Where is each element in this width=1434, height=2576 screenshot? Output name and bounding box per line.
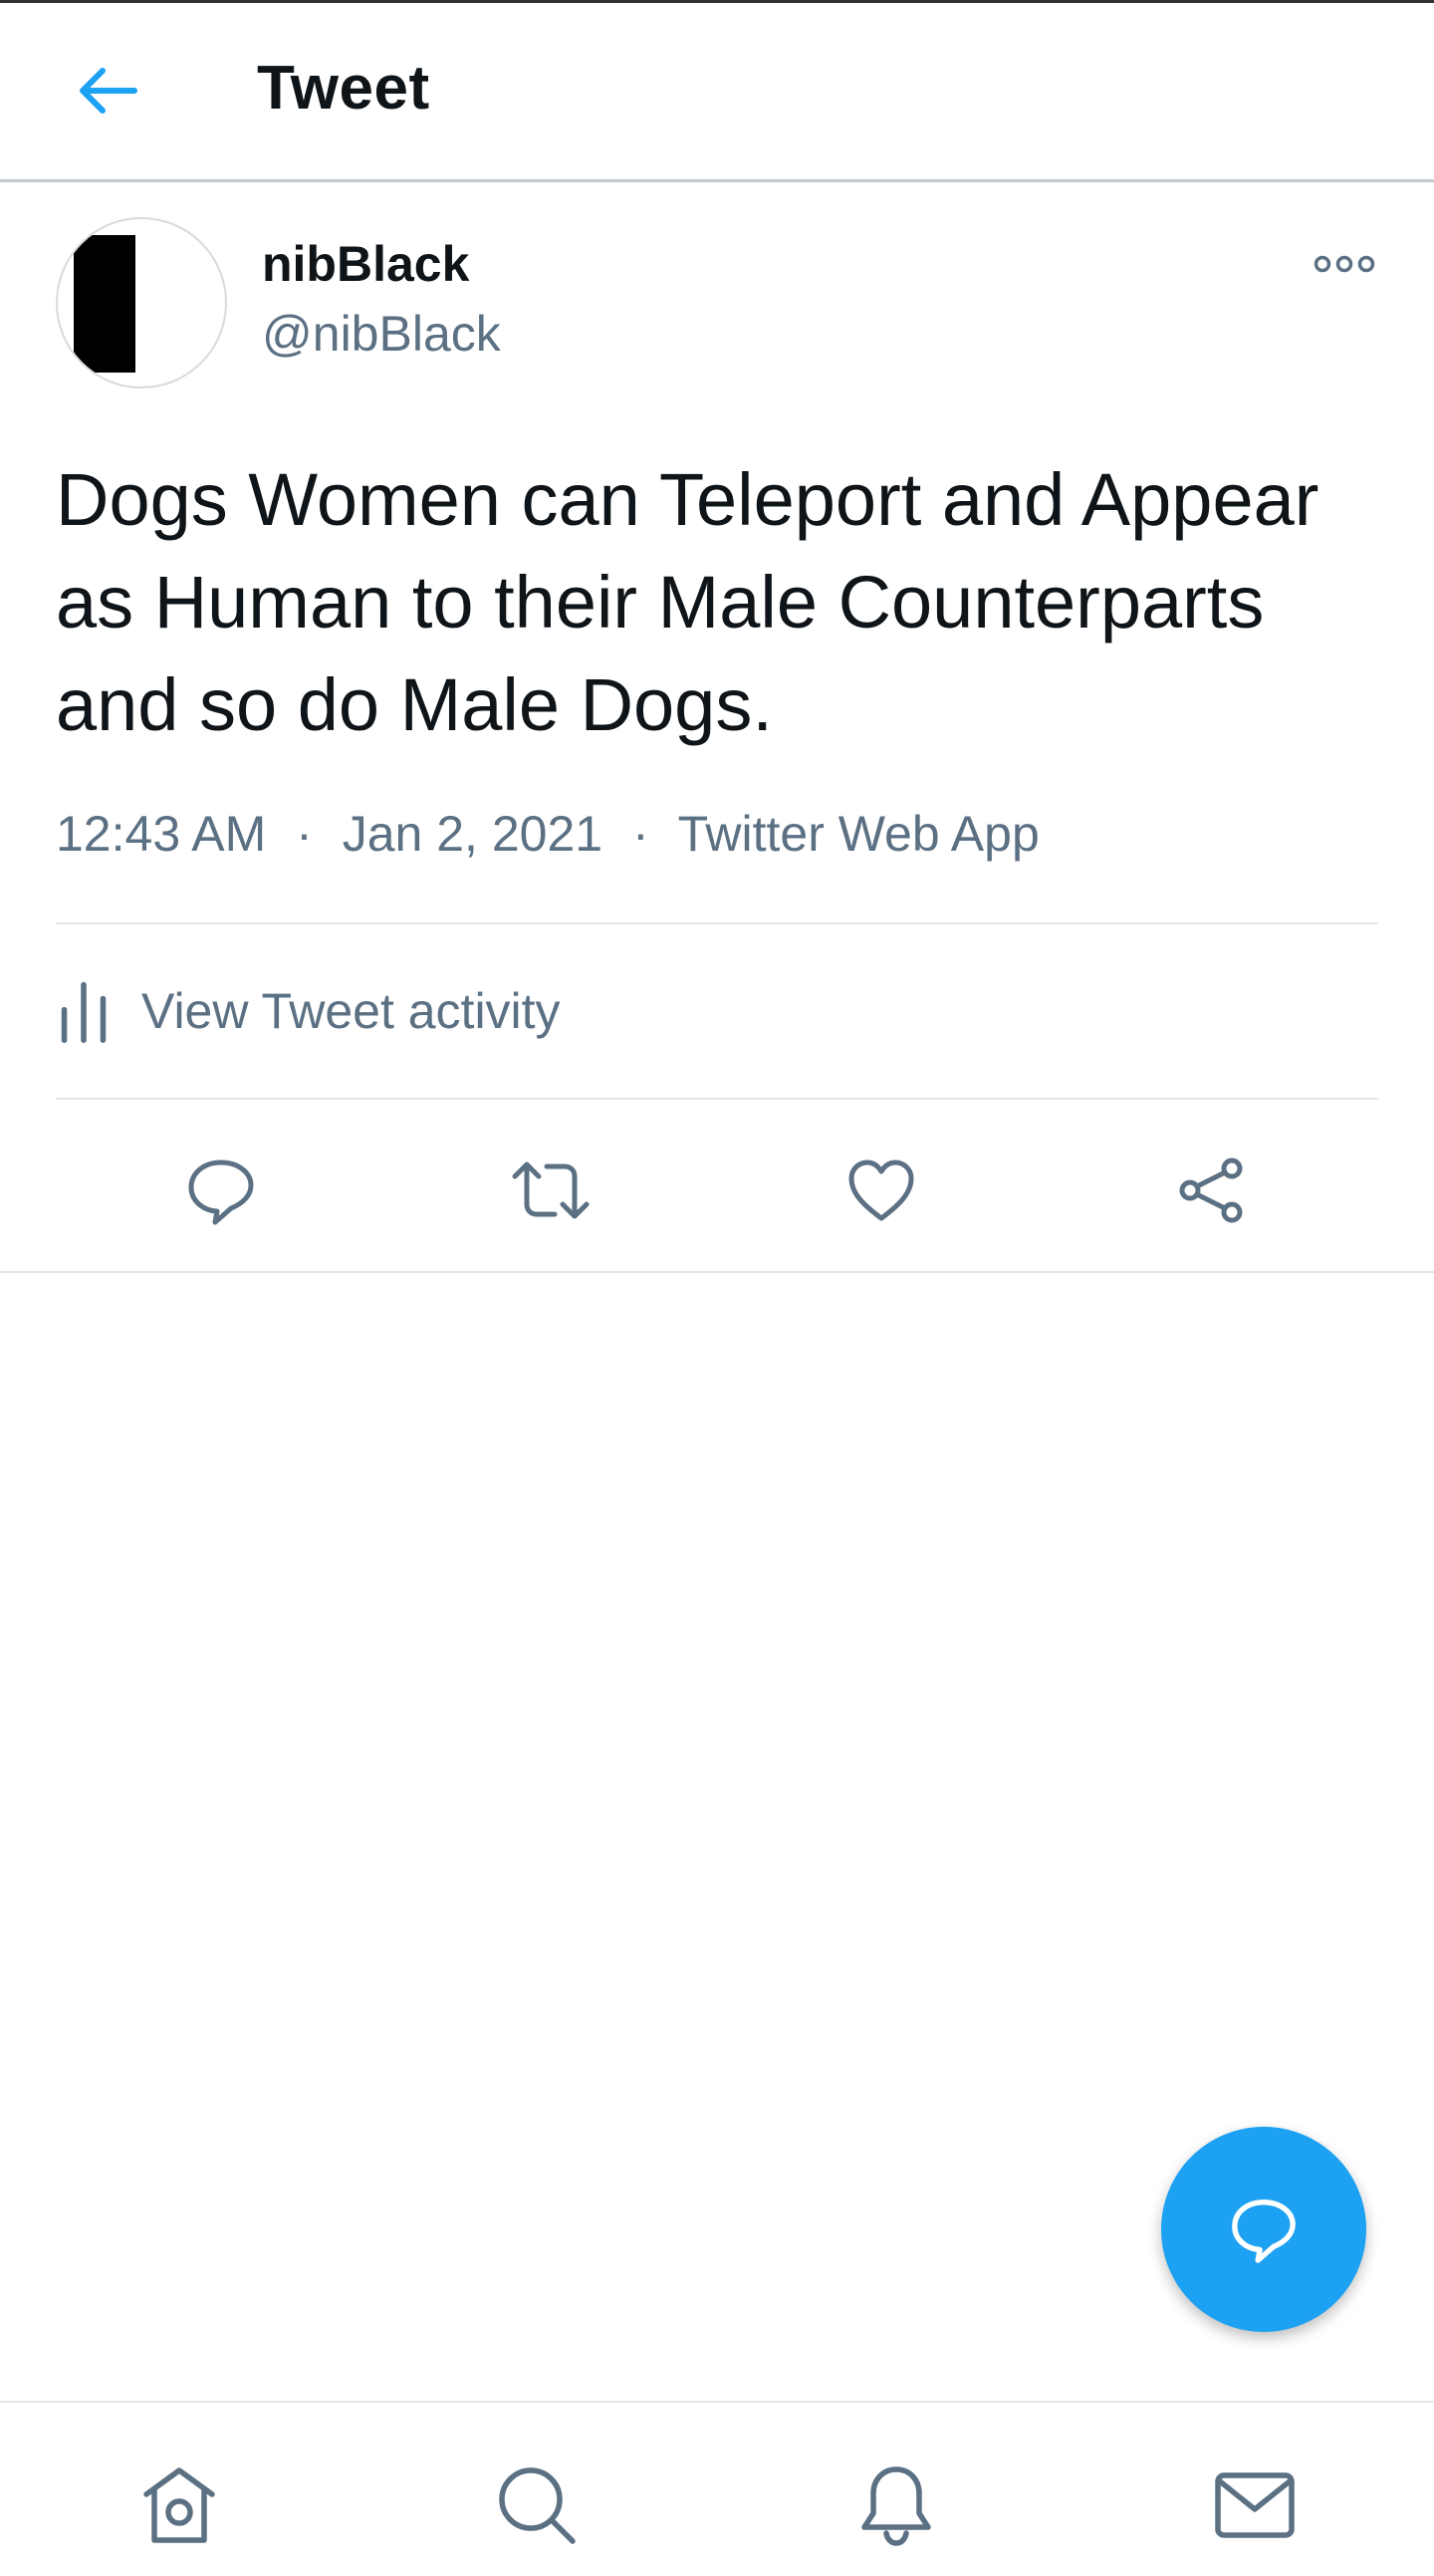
share-button[interactable] xyxy=(1167,1146,1257,1235)
nav-notifications[interactable] xyxy=(848,2457,944,2553)
tweet-date[interactable]: Jan 2, 2021 xyxy=(343,806,602,862)
activity-label: View Tweet activity xyxy=(141,983,561,1039)
nav-home[interactable] xyxy=(131,2457,227,2553)
heart-icon xyxy=(848,1159,914,1221)
share-icon xyxy=(1179,1158,1243,1223)
compose-reply-fab[interactable] xyxy=(1161,2127,1366,2332)
tweet-source[interactable]: Twitter Web App xyxy=(678,806,1040,862)
bottom-navigation xyxy=(0,2401,1434,2576)
reply-icon xyxy=(1232,2199,1296,2263)
nav-messages[interactable] xyxy=(1207,2457,1303,2553)
home-icon xyxy=(143,2467,215,2543)
view-tweet-activity-button[interactable]: View Tweet activity xyxy=(56,968,561,1054)
reply-icon xyxy=(188,1159,254,1225)
divider xyxy=(0,1271,1434,1273)
mail-icon xyxy=(1215,2472,1295,2538)
reply-button[interactable] xyxy=(176,1146,266,1235)
search-icon xyxy=(499,2467,576,2544)
author-name[interactable]: nibBlack xyxy=(262,235,469,293)
back-button[interactable] xyxy=(60,47,155,134)
page-title: Tweet xyxy=(257,54,430,123)
arrow-left-icon xyxy=(80,68,137,114)
retweet-button[interactable] xyxy=(506,1146,596,1235)
divider xyxy=(56,922,1378,924)
separator: · xyxy=(631,806,649,862)
more-icon xyxy=(1314,255,1375,273)
avatar[interactable] xyxy=(56,217,227,388)
tweet-time: 12:43 AM xyxy=(56,806,267,862)
tweet-text: Dogs Women can Teleport and Appear as Hu… xyxy=(56,458,1319,746)
like-button[interactable] xyxy=(836,1146,926,1235)
divider xyxy=(56,1098,1378,1100)
analytics-icon xyxy=(61,981,107,1043)
bell-icon xyxy=(861,2466,931,2546)
separator: · xyxy=(296,806,313,862)
tweet-meta: 12:43 AM · Jan 2, 2021 · Twitter Web App xyxy=(56,805,1040,863)
retweet-icon xyxy=(512,1161,590,1219)
avatar-image xyxy=(74,235,135,373)
more-options-button[interactable] xyxy=(1305,239,1384,289)
author-handle[interactable]: @nibBlack xyxy=(262,305,501,363)
nav-search[interactable] xyxy=(489,2457,585,2553)
top-app-bar: Tweet xyxy=(0,3,1434,182)
